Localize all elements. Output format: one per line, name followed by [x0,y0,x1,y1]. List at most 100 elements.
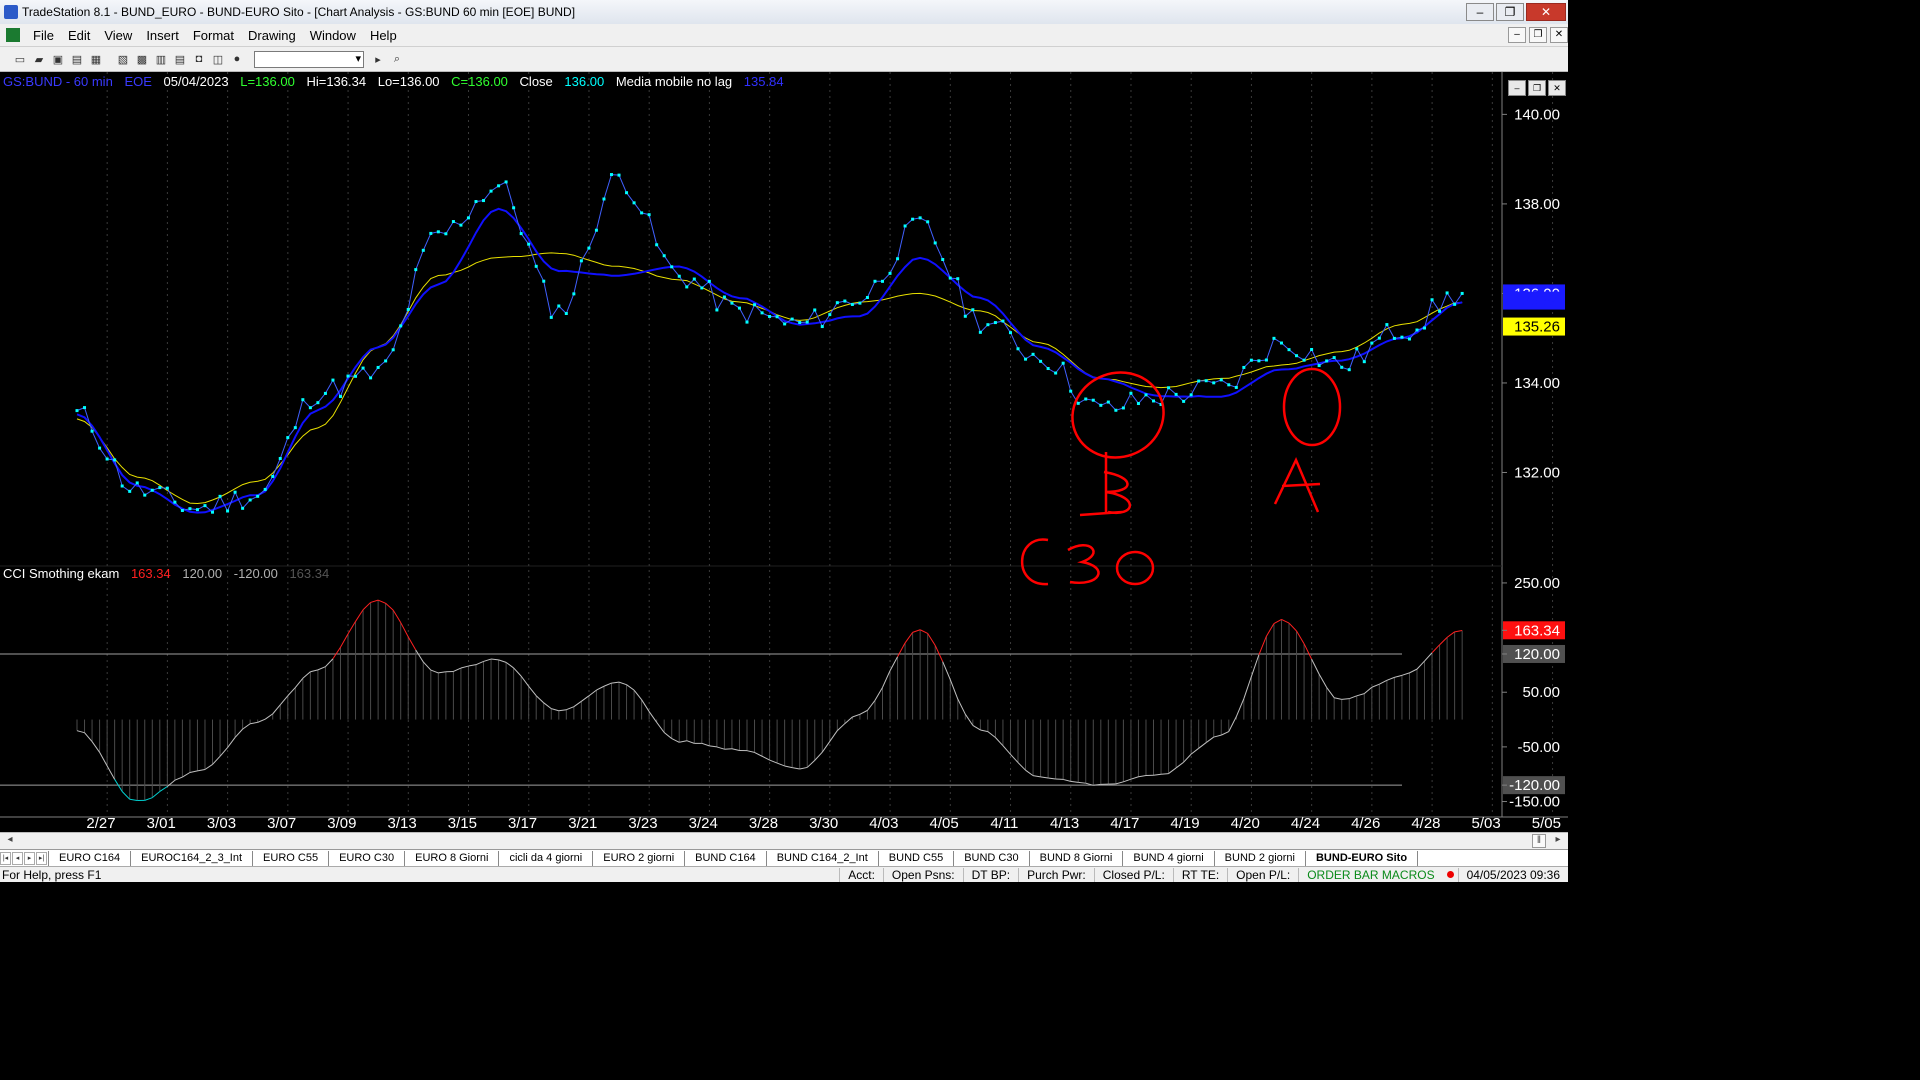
tab-euro-8-giorni[interactable]: EURO 8 Giorni [404,850,500,866]
cci-y-tick-label: 250.00 [1514,575,1560,592]
close-point [617,173,621,177]
copy-icon[interactable]: ▤ [69,52,85,67]
chart-area[interactable]: 2/27 3/01 3/03 3/07 3/09 3/13 3/15 3/17 3/21 3/23… [0,72,1568,832]
close-point [1061,361,1065,365]
cci-line-segment [355,609,364,622]
cci-line-segment [302,671,311,679]
close-point [271,474,275,478]
pane-minimize-icon[interactable]: – [1508,80,1526,96]
menu-insert[interactable]: Insert [139,28,186,43]
cci-line-segment [1040,776,1049,779]
minimize-button[interactable]: – [1466,3,1494,21]
close-point [248,498,252,502]
tab-last-icon[interactable]: ▸| [36,851,47,865]
close-point [918,216,922,220]
tab-first-icon[interactable]: |◂ [0,851,11,865]
horizontal-scrollbar[interactable]: ◂ ‖ ▸ [0,832,1568,849]
cci-line-segment [1228,716,1237,732]
menu-view[interactable]: View [97,28,139,43]
menu-format[interactable]: Format [186,28,241,43]
status-help: For Help, press F1 [2,867,102,882]
tab-bund-c164-2-int[interactable]: BUND C164_2_Int [765,850,879,866]
close-button[interactable]: ✕ [1526,3,1566,21]
close-point [1039,359,1043,363]
new-icon[interactable]: ▭ [12,52,28,67]
find-icon[interactable]: ⌕ [389,52,405,67]
scroll-thumb[interactable]: ‖ [1532,834,1546,848]
cci-line-segment [1070,780,1079,783]
tab-bund-c164[interactable]: BUND C164 [684,850,767,866]
mdi-close-icon[interactable]: ✕ [1550,27,1568,43]
mdi-restore-icon[interactable]: ❐ [1529,27,1547,43]
open-icon[interactable]: ▰ [31,52,47,67]
cci-line-segment [1010,753,1019,763]
close-point [753,303,757,307]
cci-line-segment [784,765,793,769]
tab-bund-euro-sito[interactable]: BUND-EURO Sito [1304,850,1419,866]
cci-line-segment [1288,622,1297,632]
print-preview-icon[interactable]: ▧ [115,52,131,67]
status-macros[interactable]: ORDER BAR MACROS [1298,867,1442,882]
close-point [180,508,184,512]
close-point [993,321,997,325]
tab-euro-c164[interactable]: EURO C164 [48,850,132,866]
folder-icon[interactable]: ▦ [88,52,104,67]
scroll-right-icon[interactable]: ▸ [1550,834,1566,848]
tab-bund-4-giorni[interactable]: BUND 4 giorni [1122,850,1215,866]
close-point [1385,323,1389,327]
x-tick-label: 4/28 [1411,815,1440,832]
x-tick-label: 4/19 [1170,815,1199,832]
close-point [444,232,448,236]
print-icon[interactable]: ▩ [134,52,150,67]
chart-svg[interactable]: 2/27 3/01 3/03 3/07 3/09 3/13 3/15 3/17 3/21 3/23… [0,72,1568,832]
play-icon[interactable]: ▸ [370,52,386,67]
close-point [707,279,711,283]
close-point [783,322,787,326]
tab-cicli-da-4-giorni[interactable]: cicli da 4 giorni [498,850,594,866]
window-icon[interactable]: ▥ [153,52,169,67]
close-point [896,257,900,261]
x-tick-label: 5/03 [1472,815,1501,832]
palette-icon[interactable]: ● [229,52,245,67]
mdi-minimize-icon[interactable]: – [1508,27,1526,43]
cci-line-segment [1198,742,1207,749]
symbol-combo[interactable] [254,50,364,68]
tab-euro-2-giorni[interactable]: EURO 2 giorni [592,850,686,866]
close-point [1234,385,1238,389]
tab-next-icon[interactable]: ▸ [24,851,35,865]
cci-v2: 120.00 [182,566,223,581]
tab-bund-c55[interactable]: BUND C55 [877,850,955,866]
close-point [338,394,342,398]
menu-window[interactable]: Window [303,28,363,43]
cci-line-segment [806,760,816,768]
close-point [1430,298,1434,302]
pane-close-icon[interactable]: ✕ [1548,80,1566,96]
chart-icon[interactable]: ◫ [210,52,226,67]
close-point [1302,358,1306,362]
pane-restore-icon[interactable]: ❐ [1528,80,1546,96]
menu-file[interactable]: File [26,28,61,43]
scroll-left-icon[interactable]: ◂ [2,834,18,848]
tab-euro-c55[interactable]: EURO C55 [252,850,330,866]
save-icon[interactable]: ▣ [50,52,66,67]
x-tick-label: 4/05 [930,815,959,832]
cci-line-segment [1416,660,1425,670]
tab-prev-icon[interactable]: ◂ [12,851,23,865]
tab-euroc164-2-3-int[interactable]: EUROC164_2_3_Int [130,850,254,866]
tab-bund-2-giorni[interactable]: BUND 2 giorni [1213,850,1306,866]
cci-line-segment [709,745,717,748]
cci-line-segment [980,729,988,733]
maximize-button[interactable]: ❐ [1496,3,1524,21]
cci-line-segment [362,602,371,611]
cci-line-segment [581,695,590,702]
menu-drawing[interactable]: Drawing [241,28,303,43]
tab-bund-8-giorni[interactable]: BUND 8 Giorni [1028,850,1124,866]
tab-bund-c30[interactable]: BUND C30 [953,850,1030,866]
lock-icon[interactable]: ◘ [191,52,207,67]
cci-line-segment [679,740,687,743]
close-point [384,359,388,363]
tile-icon[interactable]: ▤ [172,52,188,67]
menu-edit[interactable]: Edit [61,28,97,43]
menu-help[interactable]: Help [363,28,404,43]
tab-euro-c30[interactable]: EURO C30 [328,850,406,866]
